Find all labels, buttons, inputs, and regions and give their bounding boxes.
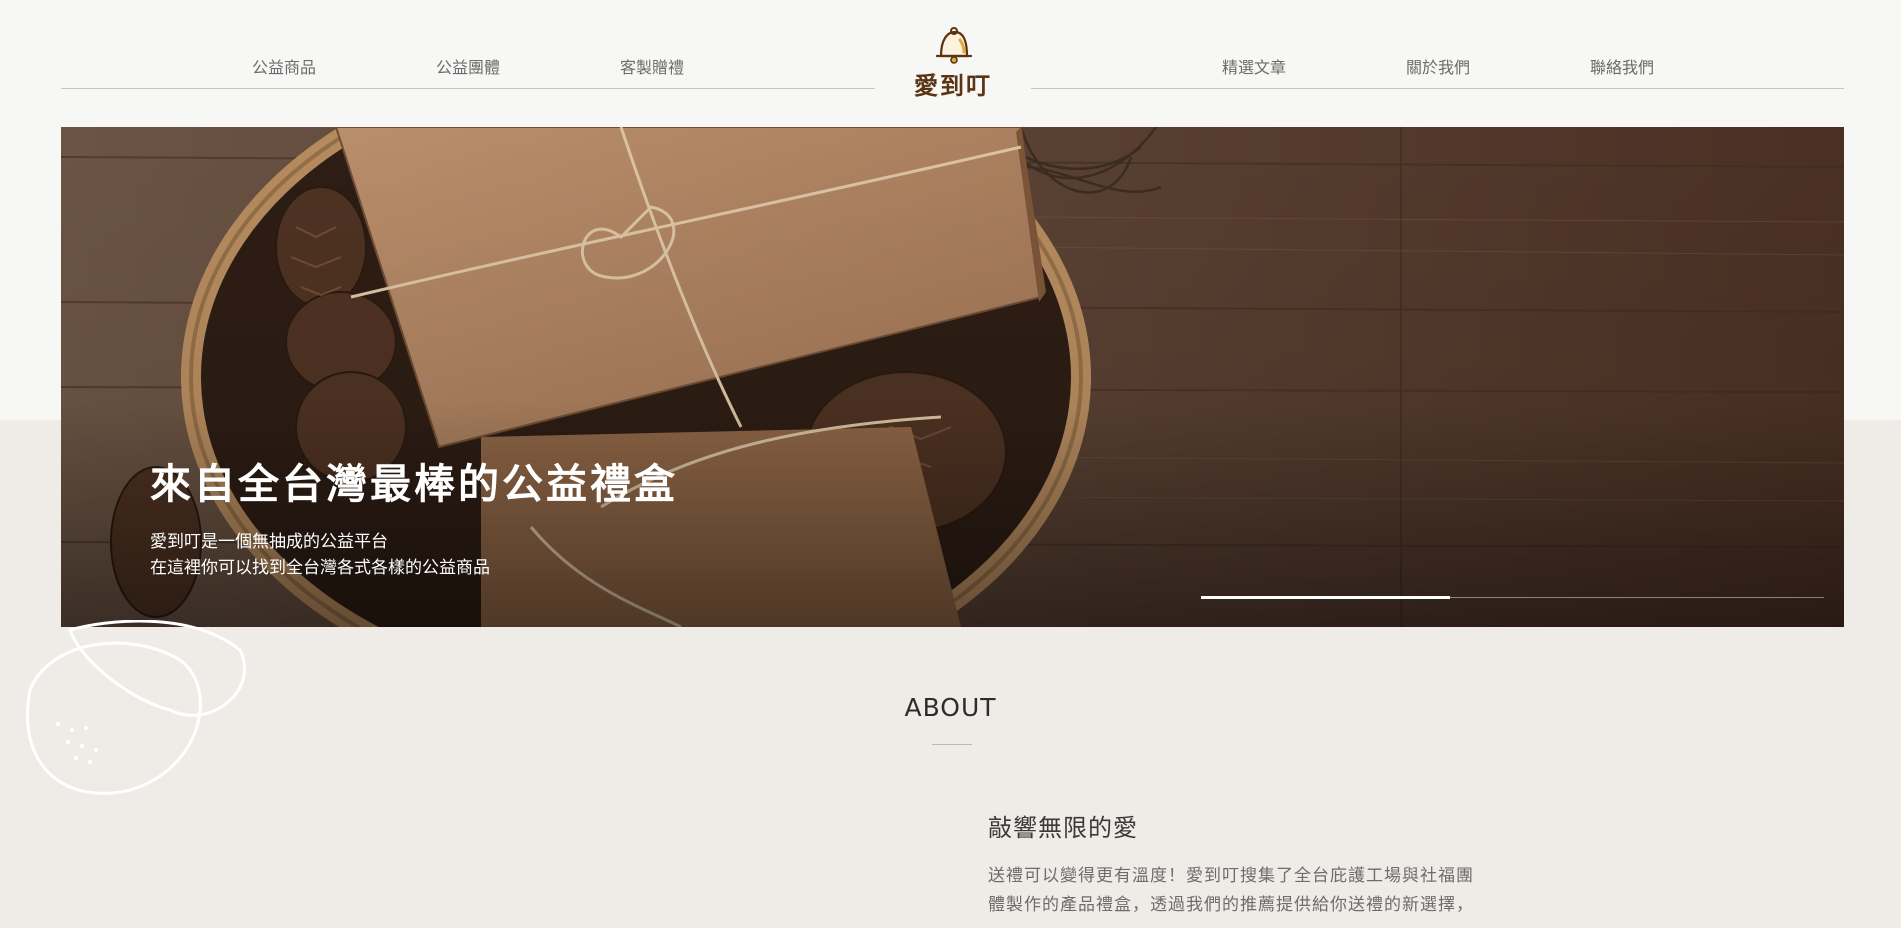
nav-divider-left [61, 88, 875, 89]
about-section-title: ABOUT [904, 693, 997, 722]
logo-text: 愛到叮 [914, 72, 992, 100]
nav-item-featured-articles[interactable]: 精選文章 [1222, 54, 1286, 78]
slider-progress-track[interactable] [1201, 596, 1824, 599]
nav-item-about-us[interactable]: 關於我們 [1406, 54, 1470, 78]
site-logo[interactable]: 愛到叮 [908, 26, 998, 102]
hero-image [61, 127, 1844, 627]
hero-title: 來自全台灣最棒的公益禮盒 [150, 460, 678, 508]
about-body: 送禮可以變得更有溫度！愛到叮搜集了全台庇護工場與社福團 體製作的產品禮盒，透過我… [988, 862, 1518, 920]
slider-progress-fill [1201, 596, 1451, 599]
hero-subtitle-line-2: 在這裡你可以找到全台灣各式各樣的公益商品 [150, 558, 490, 578]
about-body-line: 體製作的產品禮盒，透過我們的推薦提供給你送禮的新選擇， [988, 895, 1474, 915]
about-body-line: 送禮可以變得更有溫度！愛到叮搜集了全台庇護工場與社福團 [988, 866, 1474, 886]
nav-item-contact-us[interactable]: 聯絡我們 [1590, 54, 1654, 78]
nav-item-custom-gifts[interactable]: 客製贈禮 [620, 54, 684, 78]
site-header: 公益商品 公益團體 客製贈禮 愛到叮 精選文章 關於我們 聯絡我們 [0, 0, 1901, 110]
about-heading: 敲響無限的愛 [988, 814, 1138, 842]
hero-subtitle-line-1: 愛到叮是一個無抽成的公益平台 [150, 532, 388, 552]
nav-item-charity-groups[interactable]: 公益團體 [436, 54, 500, 78]
hero-banner[interactable]: 來自全台灣最棒的公益禮盒 愛到叮是一個無抽成的公益平台 在這裡你可以找到全台灣各… [61, 127, 1844, 627]
nav-item-charity-products[interactable]: 公益商品 [252, 54, 316, 78]
nav-divider-right [1031, 88, 1844, 89]
bell-icon [935, 27, 973, 64]
about-divider [932, 744, 972, 745]
